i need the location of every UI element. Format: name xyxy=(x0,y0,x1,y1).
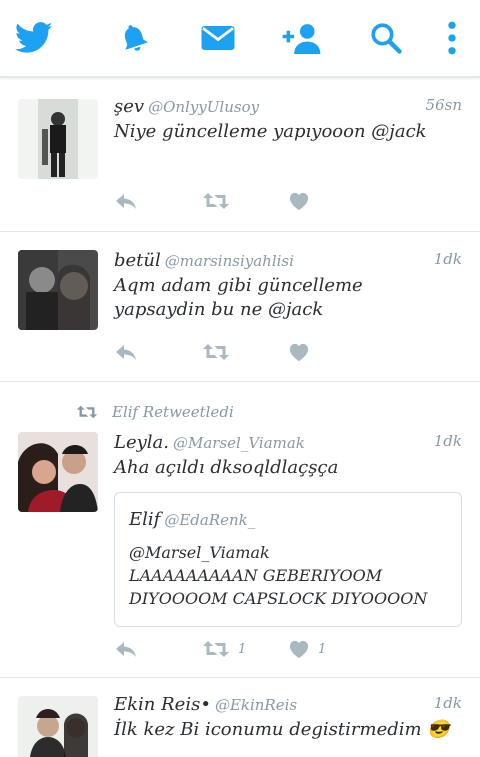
quoted-user-name: Elif xyxy=(129,509,161,530)
heart-icon xyxy=(289,343,309,362)
tweet-item[interactable]: betül @marsinsiyahlisi 1dk Aqm adam gibi … xyxy=(0,232,480,382)
tweet-item[interactable]: şev @OnlyyUlusoy 56sn Niye güncelleme yap… xyxy=(0,80,480,232)
user-name[interactable]: şev xyxy=(114,96,144,117)
user-name[interactable]: Ekin Reis• xyxy=(114,694,211,715)
retweet-button[interactable] xyxy=(202,189,230,213)
tweet-item[interactable]: Elif Retweetledi Leyla. @Marsel_Viamak 1d… xyxy=(0,382,480,678)
more-vertical-icon xyxy=(448,21,456,55)
retweet-button[interactable]: 1 xyxy=(202,637,246,661)
user-name[interactable]: Leyla. xyxy=(114,432,169,453)
quoted-text-line: @Marsel_Viamak xyxy=(129,543,270,562)
avatar[interactable] xyxy=(18,432,98,512)
retweet-count: 1 xyxy=(238,641,247,657)
tweet-header: Leyla. @Marsel_Viamak 1dk xyxy=(114,432,462,456)
tweet-text: Niye güncelleme yapıyooon @jack xyxy=(114,121,427,142)
overflow-menu-button[interactable] xyxy=(432,18,472,58)
user-handle[interactable]: @Marsel_Viamak xyxy=(173,434,305,452)
quoted-text-line: LAAAAAAAAAN GEBERIYOOM xyxy=(129,566,383,585)
tweet-text: İlk kez Bi iconumu degistirmedim 😎 xyxy=(114,719,450,740)
twitter-bird-icon xyxy=(15,22,53,53)
tweet-text-line: yapsaydin bu ne @jack xyxy=(114,299,324,320)
notifications-tab[interactable] xyxy=(114,18,154,58)
user-handle[interactable]: @OnlyyUlusoy xyxy=(148,98,259,116)
avatar[interactable] xyxy=(18,250,98,330)
find-people-tab[interactable] xyxy=(278,18,322,58)
reply-icon xyxy=(116,194,136,209)
user-name[interactable]: betül xyxy=(114,250,161,271)
tweet-item[interactable]: Ekin Reis• @EkinReis 1dk İlk kez Bi iconu… xyxy=(0,678,480,757)
tweet-text: Aha açıldı dksoqldlaçşça xyxy=(114,457,339,478)
retweeted-by-label[interactable]: Elif Retweetledi xyxy=(112,403,234,421)
avatar[interactable] xyxy=(18,99,98,179)
quoted-tweet-text: @Marsel_Viamak LAAAAAAAAAN GEBERIYOOM DI… xyxy=(129,541,451,610)
retweet-icon xyxy=(203,344,229,360)
retweet-button[interactable] xyxy=(202,340,230,364)
tweet-text: Aqm adam gibi güncelleme yapsaydin bu ne… xyxy=(114,274,462,322)
top-navigation-bar xyxy=(0,0,480,78)
quoted-tweet-header: Elif @EdaRenk_ xyxy=(129,509,255,530)
reply-button[interactable] xyxy=(114,637,138,661)
user-handle[interactable]: @marsinsiyahlisi xyxy=(165,252,294,270)
tweet-header: betül @marsinsiyahlisi 1dk xyxy=(114,250,462,274)
timestamp: 1dk xyxy=(433,250,462,268)
retweet-icon xyxy=(76,405,98,419)
like-count: 1 xyxy=(318,641,327,657)
messages-tab[interactable] xyxy=(198,18,238,58)
heart-icon xyxy=(289,192,309,211)
timestamp: 1dk xyxy=(433,694,462,712)
reply-icon xyxy=(116,345,136,360)
reply-button[interactable] xyxy=(114,340,138,364)
retweet-icon xyxy=(203,641,229,657)
tweet-header: Ekin Reis• @EkinReis 1dk xyxy=(114,694,462,718)
reply-icon xyxy=(116,642,136,657)
avatar[interactable] xyxy=(18,696,98,757)
tweet-header: şev @OnlyyUlusoy 56sn xyxy=(114,96,462,120)
quoted-text-line: DIYOOOOM CAPSLOCK DIYOOOON xyxy=(129,589,428,608)
retweet-icon xyxy=(203,193,229,209)
like-button[interactable]: 1 xyxy=(288,637,326,661)
timestamp: 56sn xyxy=(425,96,462,114)
tweet-text-line: Aqm adam gibi güncelleme xyxy=(114,275,363,296)
bell-icon xyxy=(124,25,148,51)
like-button[interactable] xyxy=(288,189,310,213)
home-tab[interactable] xyxy=(14,18,54,58)
search-icon xyxy=(371,23,402,54)
quoted-tweet[interactable]: Elif @EdaRenk_ @Marsel_Viamak LAAAAAAAAAN… xyxy=(114,492,462,627)
reply-button[interactable] xyxy=(114,189,138,213)
like-button[interactable] xyxy=(288,340,310,364)
quoted-user-handle: @EdaRenk_ xyxy=(164,511,256,529)
search-tab[interactable] xyxy=(366,18,406,58)
retweet-context: Elif Retweetledi xyxy=(76,402,234,422)
heart-icon xyxy=(289,640,309,659)
user-handle[interactable]: @EkinReis xyxy=(215,696,297,714)
timestamp: 1dk xyxy=(433,432,462,450)
add-user-icon xyxy=(282,24,321,54)
envelope-icon xyxy=(201,26,235,50)
